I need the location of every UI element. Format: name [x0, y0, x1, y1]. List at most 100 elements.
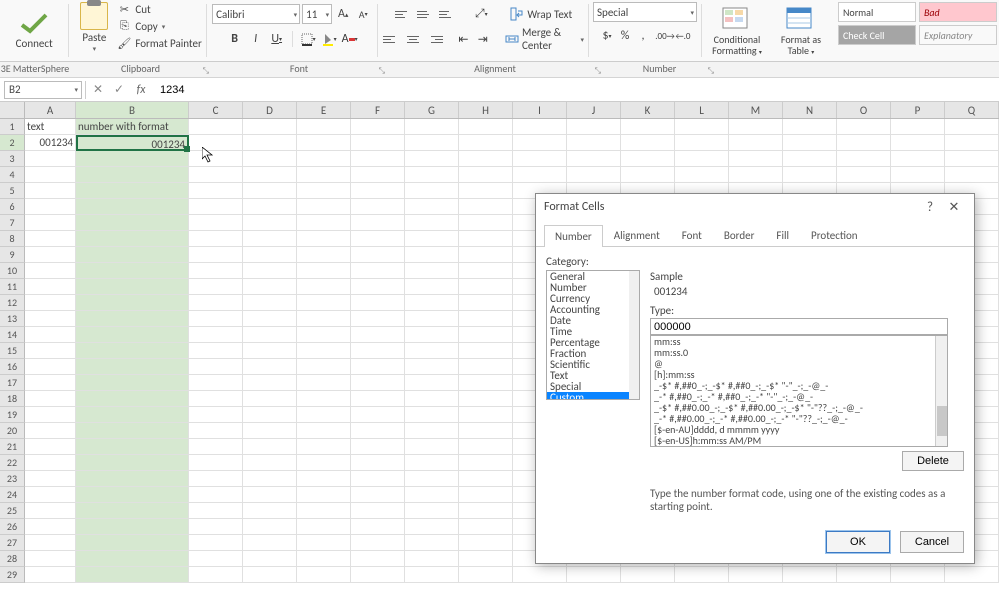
cell-A4[interactable]	[25, 167, 76, 183]
cell-J4[interactable]	[567, 167, 621, 183]
cell-G21[interactable]	[405, 439, 459, 455]
column-header-H[interactable]: H	[459, 102, 513, 118]
cell-M2[interactable]	[729, 135, 783, 151]
cell-D25[interactable]	[243, 503, 297, 519]
cell-D23[interactable]	[243, 471, 297, 487]
dialog-launcher-icon[interactable]: ⤡	[203, 66, 209, 76]
cell-F15[interactable]	[351, 343, 405, 359]
cell-G20[interactable]	[405, 423, 459, 439]
cell-Q1[interactable]	[945, 119, 999, 135]
cell-C8[interactable]	[189, 231, 243, 247]
cell-A6[interactable]	[25, 199, 76, 215]
cell-D15[interactable]	[243, 343, 297, 359]
column-header-O[interactable]: O	[837, 102, 891, 118]
cell-D26[interactable]	[243, 519, 297, 535]
cell-A12[interactable]	[25, 295, 76, 311]
cell-E18[interactable]	[297, 391, 351, 407]
column-header-I[interactable]: I	[513, 102, 567, 118]
name-box[interactable]: B2▾	[4, 81, 82, 99]
cell-C4[interactable]	[189, 167, 243, 183]
cell-M1[interactable]	[729, 119, 783, 135]
cell-H11[interactable]	[459, 279, 513, 295]
cell-C29[interactable]	[189, 567, 243, 583]
cell-F20[interactable]	[351, 423, 405, 439]
cell-N4[interactable]	[783, 167, 837, 183]
cell-K29[interactable]	[621, 567, 675, 583]
cell-F2[interactable]	[351, 135, 405, 151]
cell-E28[interactable]	[297, 551, 351, 567]
cell-A24[interactable]	[25, 487, 76, 503]
cell-E17[interactable]	[297, 375, 351, 391]
column-header-J[interactable]: J	[567, 102, 621, 118]
cell-A2[interactable]: 001234	[25, 135, 76, 151]
font-color-button[interactable]: A▾	[341, 30, 359, 48]
cell-Q3[interactable]	[945, 151, 999, 167]
font-name-combo[interactable]: Calibri▾	[212, 4, 300, 24]
cell-E13[interactable]	[297, 311, 351, 327]
cell-G23[interactable]	[405, 471, 459, 487]
cell-H16[interactable]	[459, 359, 513, 375]
cell-D22[interactable]	[243, 455, 297, 471]
paste-button[interactable]: Paste ▾	[73, 2, 115, 53]
cell-G22[interactable]	[405, 455, 459, 471]
cell-E12[interactable]	[297, 295, 351, 311]
cell-B8[interactable]	[76, 231, 189, 247]
scrollbar-thumb[interactable]	[937, 406, 947, 436]
cell-D16[interactable]	[243, 359, 297, 375]
cell-D1[interactable]	[243, 119, 297, 135]
style-check-cell[interactable]: Check Cell	[838, 25, 916, 45]
dialog-launcher-icon[interactable]: ⤡	[708, 66, 714, 76]
column-header-N[interactable]: N	[783, 102, 837, 118]
column-header-E[interactable]: E	[297, 102, 351, 118]
cell-E29[interactable]	[297, 567, 351, 583]
increase-font-button[interactable]: A▴	[334, 5, 352, 23]
cell-D6[interactable]	[243, 199, 297, 215]
cell-B27[interactable]	[76, 535, 189, 551]
cell-D12[interactable]	[243, 295, 297, 311]
cell-P2[interactable]	[891, 135, 945, 151]
cell-B6[interactable]	[76, 199, 189, 215]
cell-F23[interactable]	[351, 471, 405, 487]
cell-H27[interactable]	[459, 535, 513, 551]
cell-C15[interactable]	[189, 343, 243, 359]
comma-button[interactable]: ,	[634, 27, 652, 45]
cell-B7[interactable]	[76, 215, 189, 231]
cell-H12[interactable]	[459, 295, 513, 311]
cell-F3[interactable]	[351, 151, 405, 167]
cell-F12[interactable]	[351, 295, 405, 311]
cell-H3[interactable]	[459, 151, 513, 167]
cell-H20[interactable]	[459, 423, 513, 439]
align-right-button[interactable]	[426, 30, 444, 48]
type-item[interactable]: mm:ss.0	[651, 347, 947, 358]
category-item[interactable]: Custom	[547, 392, 639, 400]
cell-B20[interactable]	[76, 423, 189, 439]
row-header-29[interactable]: 29	[0, 567, 25, 583]
cell-F24[interactable]	[351, 487, 405, 503]
cell-A25[interactable]	[25, 503, 76, 519]
cell-P3[interactable]	[891, 151, 945, 167]
increase-indent-button[interactable]: ⇥	[475, 30, 490, 48]
cell-A8[interactable]	[25, 231, 76, 247]
cell-A21[interactable]	[25, 439, 76, 455]
cell-A19[interactable]	[25, 407, 76, 423]
cell-G11[interactable]	[405, 279, 459, 295]
ok-button[interactable]: OK	[826, 531, 890, 553]
column-header-M[interactable]: M	[729, 102, 783, 118]
cell-F9[interactable]	[351, 247, 405, 263]
cell-H2[interactable]	[459, 135, 513, 151]
cell-N2[interactable]	[783, 135, 837, 151]
font-size-combo[interactable]: 11▾	[302, 4, 332, 24]
cell-O1[interactable]	[837, 119, 891, 135]
cell-Q4[interactable]	[945, 167, 999, 183]
cell-F11[interactable]	[351, 279, 405, 295]
cell-D10[interactable]	[243, 263, 297, 279]
cell-F17[interactable]	[351, 375, 405, 391]
cell-F29[interactable]	[351, 567, 405, 583]
row-header-23[interactable]: 23	[0, 471, 25, 487]
cell-C11[interactable]	[189, 279, 243, 295]
row-header-28[interactable]: 28	[0, 551, 25, 567]
cell-E24[interactable]	[297, 487, 351, 503]
cell-I3[interactable]	[513, 151, 567, 167]
row-header-10[interactable]: 10	[0, 263, 25, 279]
type-listbox[interactable]: mm:ssmm:ss.0@[h]:mm:ss_-$* #,##0_-;_-$* …	[650, 335, 948, 447]
